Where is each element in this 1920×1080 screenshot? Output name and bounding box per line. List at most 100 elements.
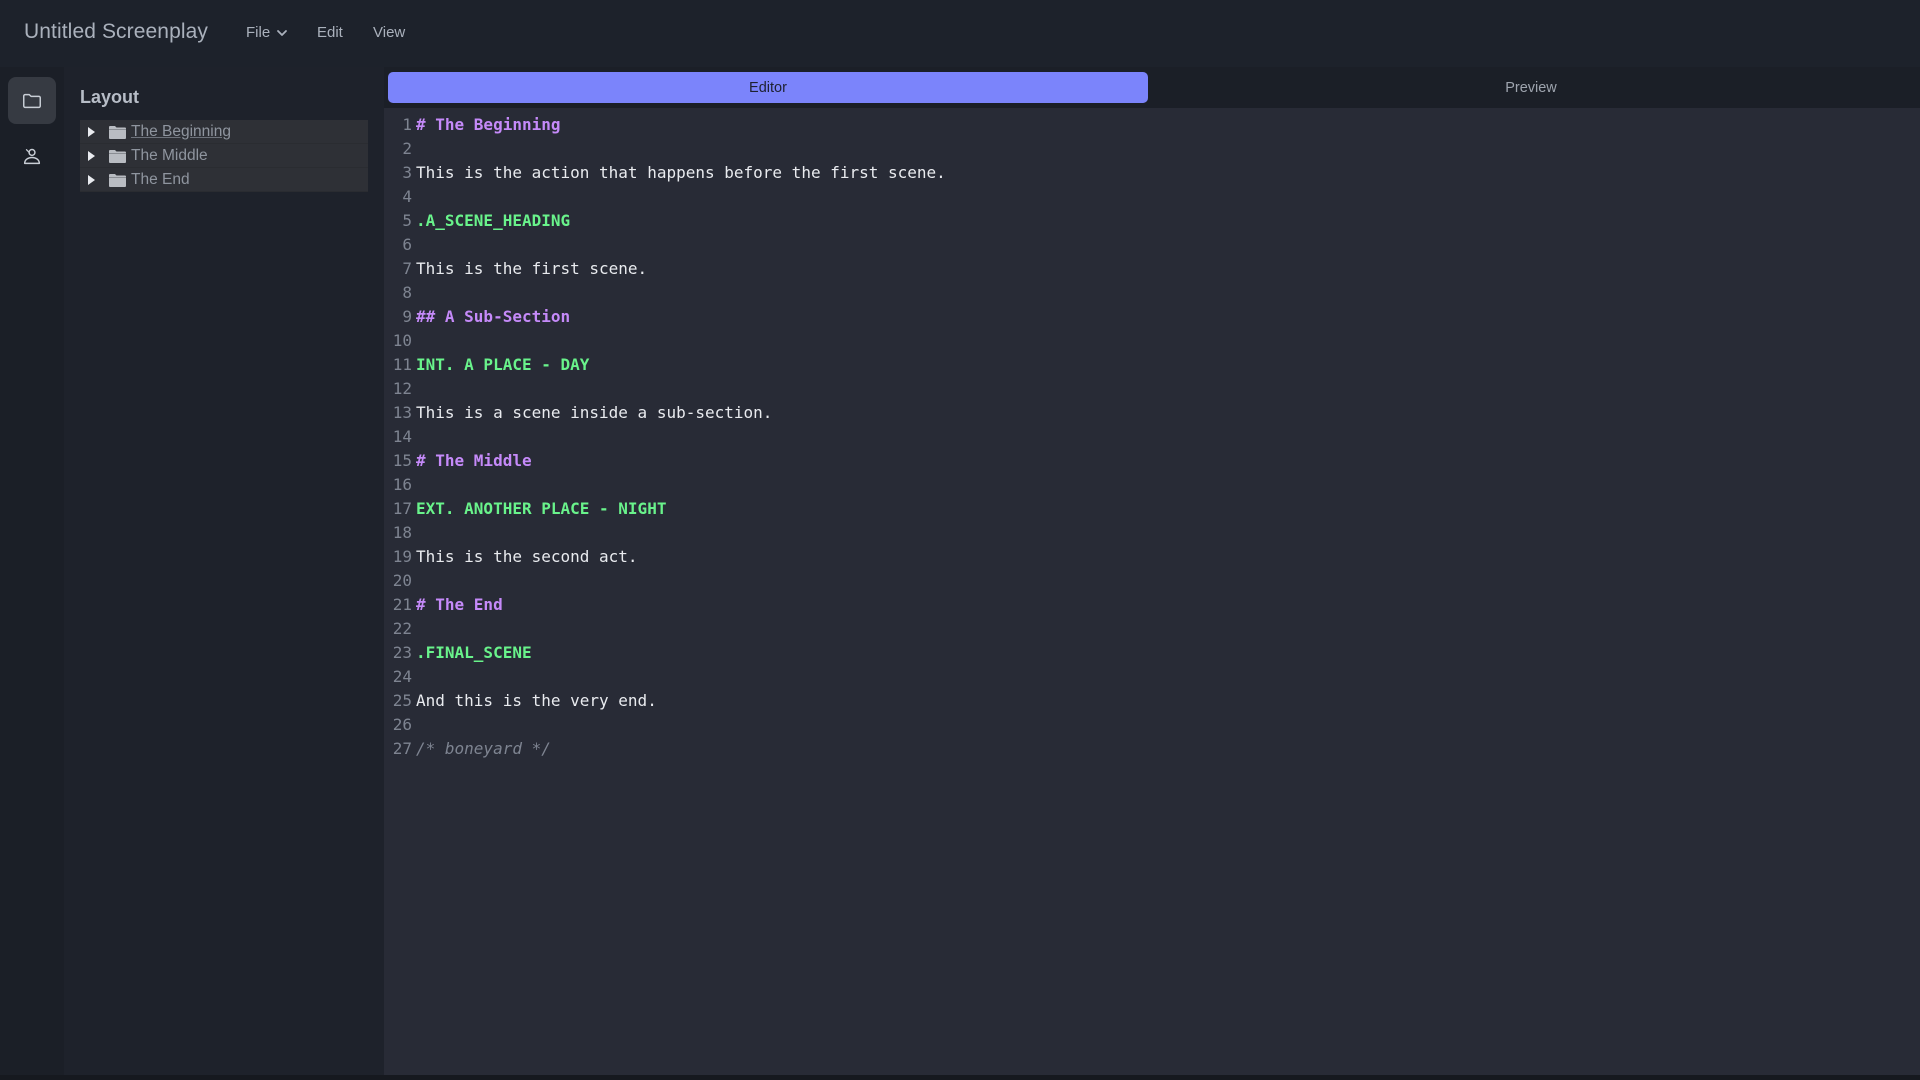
activity-rail xyxy=(0,67,64,1075)
editor-line[interactable]: 1 # The Beginning xyxy=(384,112,1920,136)
line-number: 12 xyxy=(392,378,412,398)
editor-line[interactable]: 9 ## A Sub-Section xyxy=(384,304,1920,328)
line-number: 10 xyxy=(392,330,412,350)
view-tabs: Editor Preview xyxy=(384,67,1920,108)
line-number: 24 xyxy=(392,666,412,686)
menu-file[interactable]: File xyxy=(246,24,288,41)
line-number: 4 xyxy=(402,186,412,206)
line-text-section: # The Middle xyxy=(416,450,532,470)
line-number: 11 xyxy=(392,354,412,374)
tab-preview[interactable]: Preview xyxy=(1148,72,1914,103)
line-number: 18 xyxy=(392,522,412,542)
tree-item-the-middle[interactable]: The Middle xyxy=(80,144,368,168)
layout-sidebar: Layout The Beginning The Middle The End xyxy=(64,67,384,1075)
editor-line[interactable]: 6 xyxy=(384,232,1920,256)
bottom-border xyxy=(0,1075,1920,1080)
menu-file-label: File xyxy=(246,24,271,41)
rail-characters-button[interactable] xyxy=(8,133,56,180)
editor-line[interactable]: 20 xyxy=(384,568,1920,592)
editor-line[interactable]: 3 This is the action that happens before … xyxy=(384,160,1920,184)
line-number: 26 xyxy=(392,714,412,734)
line-number: 19 xyxy=(392,546,412,566)
line-number: 25 xyxy=(392,690,412,710)
editor-line[interactable]: 27/* boneyard */ xyxy=(384,736,1920,760)
editor-line[interactable]: 26 xyxy=(384,712,1920,736)
folder-icon xyxy=(109,126,126,139)
editor-line[interactable]: 10 xyxy=(384,328,1920,352)
line-number: 20 xyxy=(392,570,412,590)
tree-item-label: The Beginning xyxy=(131,123,231,140)
line-number: 15 xyxy=(392,450,412,470)
line-text-scene: EXT. ANOTHER PLACE - NIGHT xyxy=(416,498,667,518)
editor-line[interactable]: 15 # The Middle xyxy=(384,448,1920,472)
line-text-action: This is the action that happens before t… xyxy=(416,162,946,182)
line-number: 6 xyxy=(402,234,412,254)
line-number: 5 xyxy=(402,210,412,230)
line-number: 14 xyxy=(392,426,412,446)
tree-item-the-end[interactable]: The End xyxy=(80,168,368,192)
menu-edit[interactable]: Edit xyxy=(317,24,343,41)
chevron-down-icon xyxy=(277,30,288,36)
title-bar: Untitled Screenplay File Edit View xyxy=(0,0,1920,67)
line-text-scene: .FINAL_SCENE xyxy=(416,642,532,662)
layout-tree: The Beginning The Middle The End xyxy=(80,120,368,192)
editor-line[interactable]: 18 xyxy=(384,520,1920,544)
line-number: 2 xyxy=(402,138,412,158)
editor-line[interactable]: 8 xyxy=(384,280,1920,304)
line-text-action: And this is the very end. xyxy=(416,690,657,710)
menu-view-label: View xyxy=(373,24,406,41)
editor-line[interactable]: 16 xyxy=(384,472,1920,496)
line-number: 21 xyxy=(392,594,412,614)
folder-icon xyxy=(109,150,126,163)
editor-line[interactable]: 25 And this is the very end. xyxy=(384,688,1920,712)
editor-line[interactable]: 14 xyxy=(384,424,1920,448)
tree-item-label: The End xyxy=(131,171,190,188)
editor-line[interactable]: 22 xyxy=(384,616,1920,640)
editor-line[interactable]: 17 EXT. ANOTHER PLACE - NIGHT xyxy=(384,496,1920,520)
caret-right-icon[interactable] xyxy=(87,174,96,186)
sidebar-title: Layout xyxy=(80,87,140,107)
line-number: 7 xyxy=(402,258,412,278)
person-icon xyxy=(23,148,41,164)
document-title: Untitled Screenplay xyxy=(24,20,208,43)
editor-line[interactable]: 2 xyxy=(384,136,1920,160)
line-number: 13 xyxy=(392,402,412,422)
editor-line[interactable]: 12 xyxy=(384,376,1920,400)
editor-line[interactable]: 5 .A_SCENE_HEADING xyxy=(384,208,1920,232)
editor-line[interactable]: 4 xyxy=(384,184,1920,208)
line-number: 16 xyxy=(392,474,412,494)
editor-line[interactable]: 24 xyxy=(384,664,1920,688)
menu-view[interactable]: View xyxy=(373,24,405,41)
line-text-action: This is the first scene. xyxy=(416,258,648,278)
editor-line[interactable]: 13 This is a scene inside a sub-section. xyxy=(384,400,1920,424)
tree-item-label: The Middle xyxy=(131,147,208,164)
editor-line[interactable]: 11 INT. A PLACE - DAY xyxy=(384,352,1920,376)
line-number: 17 xyxy=(392,498,412,518)
editor-line[interactable]: 19 This is the second act. xyxy=(384,544,1920,568)
rail-layout-button[interactable] xyxy=(8,77,56,124)
line-number: 8 xyxy=(402,282,412,302)
line-text-section: # The End xyxy=(416,594,503,614)
caret-right-icon[interactable] xyxy=(87,126,96,138)
line-number: 23 xyxy=(392,642,412,662)
line-number: 22 xyxy=(392,618,412,638)
line-text-section: ## A Sub-Section xyxy=(416,306,571,326)
line-number: 3 xyxy=(402,162,412,182)
editor-line[interactable]: 23 .FINAL_SCENE xyxy=(384,640,1920,664)
code-editor[interactable]: 1 # The Beginning 2 3 This is the action tha… xyxy=(384,108,1920,1075)
caret-right-icon[interactable] xyxy=(87,150,96,162)
app-window: Untitled Screenplay File Edit View Layou… xyxy=(0,0,1920,1080)
editor-line[interactable]: 21 # The End xyxy=(384,592,1920,616)
line-text-action: This is a scene inside a sub-section. xyxy=(416,402,773,422)
tree-item-the-beginning[interactable]: The Beginning xyxy=(80,120,368,144)
menu-edit-label: Edit xyxy=(317,24,343,41)
line-number: 1 xyxy=(402,114,412,134)
line-text-action: This is the second act. xyxy=(416,546,638,566)
line-number: 27 xyxy=(392,738,412,758)
line-text-comment: /* boneyard */ xyxy=(416,738,551,758)
line-number: 9 xyxy=(402,306,412,326)
tab-editor[interactable]: Editor xyxy=(388,72,1148,103)
folder-icon xyxy=(109,174,126,187)
folder-icon xyxy=(23,93,41,108)
editor-line[interactable]: 7 This is the first scene. xyxy=(384,256,1920,280)
